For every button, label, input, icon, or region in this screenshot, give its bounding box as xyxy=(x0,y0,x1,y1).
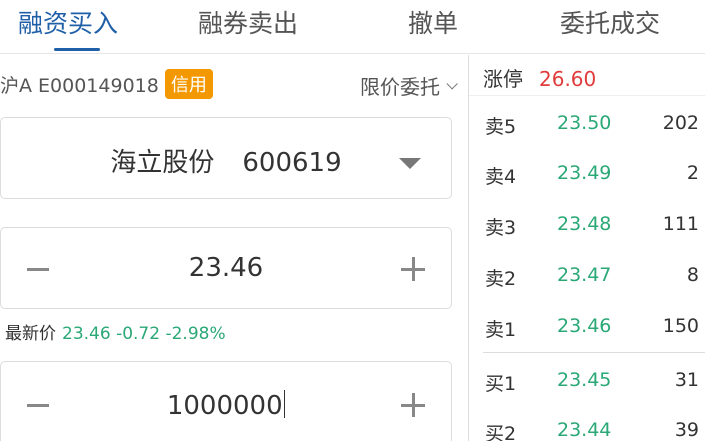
ask-level-label: 卖4 xyxy=(485,166,517,188)
credit-badge: 信用 xyxy=(164,69,213,99)
active-tab-indicator xyxy=(54,48,100,51)
bid-volume: 31 xyxy=(674,369,699,391)
text-caret xyxy=(283,390,286,418)
order-book-separator xyxy=(469,95,705,96)
latest-price-values: 23.46 -0.72 -2.98% xyxy=(62,324,226,344)
ask-price: 23.50 xyxy=(557,112,612,134)
bid-level-label: 买2 xyxy=(485,423,517,441)
limit-up-row: 涨停 26.60 xyxy=(483,63,596,92)
ask-level-label: 卖3 xyxy=(485,217,517,239)
ask-volume: 150 xyxy=(662,315,699,337)
tab-short-sell[interactable]: 融券卖出 xyxy=(198,0,298,54)
ask-price: 23.49 xyxy=(557,162,612,184)
ask-level-2[interactable]: 卖2 23.47 8 xyxy=(469,264,705,294)
bid-level-label: 买1 xyxy=(485,373,517,395)
quantity-value: 1000000 xyxy=(166,391,283,421)
tab-margin-buy[interactable]: 融资买入 xyxy=(18,0,118,54)
latest-price-label: 最新价 xyxy=(5,324,56,344)
ask-level-label: 卖1 xyxy=(485,319,517,341)
order-type-label: 限价委托 xyxy=(360,75,440,99)
bid-price: 23.44 xyxy=(557,419,612,441)
stock-code: 600619 xyxy=(242,148,342,178)
ask-volume: 111 xyxy=(662,213,699,235)
ask-level-label: 卖2 xyxy=(485,268,517,290)
order-type-selector[interactable]: 限价委托 xyxy=(360,71,458,100)
ask-level-5[interactable]: 卖5 23.50 202 xyxy=(469,112,705,142)
ask-level-3[interactable]: 卖3 23.48 111 xyxy=(469,213,705,243)
ask-volume: 202 xyxy=(662,112,699,134)
chevron-down-icon xyxy=(446,77,458,90)
price-increase-icon[interactable] xyxy=(401,257,425,281)
account-row: 沪A E000149018 信用 xyxy=(0,67,213,101)
ask-volume: 2 xyxy=(686,162,699,184)
dropdown-triangle-icon[interactable] xyxy=(399,158,421,169)
quantity-input[interactable]: 1000000 xyxy=(61,390,391,421)
ask-price: 23.48 xyxy=(557,213,612,235)
bid-ask-separator xyxy=(483,352,705,353)
limit-up-label: 涨停 xyxy=(483,67,523,91)
ask-level-label: 卖5 xyxy=(485,116,517,138)
latest-price-row: 最新价 23.46 -0.72 -2.98% xyxy=(5,319,226,344)
account-number: 沪A E000149018 xyxy=(0,74,159,97)
limit-up-price[interactable]: 26.60 xyxy=(539,67,596,91)
quantity-increase-icon[interactable] xyxy=(401,393,425,417)
bid-volume: 39 xyxy=(674,419,699,441)
tab-orders-fills[interactable]: 委托成交 xyxy=(560,0,660,54)
price-decrease-icon[interactable] xyxy=(27,268,49,271)
ask-volume: 8 xyxy=(686,264,699,286)
bid-level-2[interactable]: 买2 23.44 39 xyxy=(469,419,705,441)
quantity-stepper: 1000000 xyxy=(0,361,452,441)
tab-cancel-order[interactable]: 撤单 xyxy=(408,0,458,54)
stock-selector[interactable]: 海立股份 600619 xyxy=(0,117,452,199)
order-book: 涨停 26.60 卖5 23.50 202 卖4 23.49 2 卖3 23.48… xyxy=(469,55,705,441)
quantity-decrease-icon[interactable] xyxy=(27,404,49,407)
trade-tabs: 融资买入 融券卖出 撤单 委托成交 xyxy=(0,0,705,54)
ask-level-4[interactable]: 卖4 23.49 2 xyxy=(469,162,705,192)
bid-price: 23.45 xyxy=(557,369,612,391)
order-form: 沪A E000149018 信用 限价委托 海立股份 600619 23.46 最… xyxy=(0,55,468,441)
ask-price: 23.47 xyxy=(557,264,612,286)
stock-name: 海立股份 xyxy=(110,148,215,178)
price-stepper: 23.46 xyxy=(0,227,452,309)
price-input[interactable]: 23.46 xyxy=(61,253,391,283)
ask-price: 23.46 xyxy=(557,315,612,337)
ask-level-1[interactable]: 卖1 23.46 150 xyxy=(469,315,705,345)
bid-level-1[interactable]: 买1 23.45 31 xyxy=(469,369,705,399)
